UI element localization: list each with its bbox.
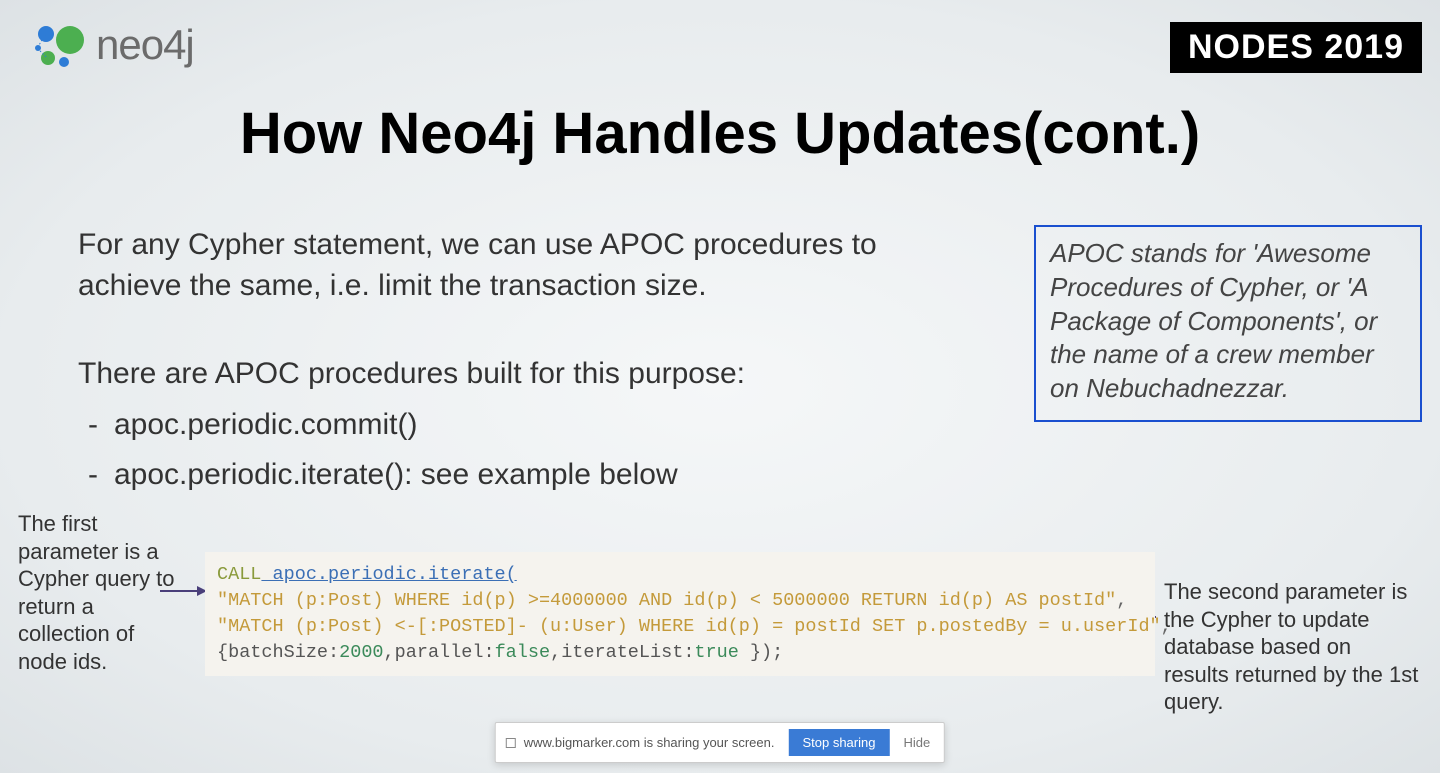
- neo4j-icon: [30, 20, 90, 70]
- hide-link[interactable]: Hide: [903, 735, 930, 750]
- logo-text: neo4j: [96, 21, 194, 69]
- neo4j-logo: neo4j: [30, 20, 194, 70]
- share-indicator-icon: [506, 738, 516, 748]
- code-function: apoc.periodic.iterate(: [261, 564, 516, 585]
- stop-sharing-button[interactable]: Stop sharing: [788, 729, 889, 756]
- code-string-1: "MATCH (p:Post) WHERE id(p) >=4000000 AN…: [217, 590, 1116, 611]
- arrow-left-icon: [160, 590, 206, 592]
- slide-body: For any Cypher statement, we can use APO…: [78, 225, 978, 496]
- paragraph-2: There are APOC procedures built for this…: [78, 354, 978, 395]
- share-text: www.bigmarker.com is sharing your screen…: [524, 735, 775, 750]
- slide-title: How Neo4j Handles Updates(cont.): [240, 100, 1200, 167]
- bullet-1: apoc.periodic.commit(): [78, 405, 978, 446]
- bullet-2: apoc.periodic.iterate(): see example bel…: [78, 455, 978, 496]
- apoc-callout-box: APOC stands for 'Awesome Procedures of C…: [1034, 225, 1422, 422]
- screen-share-bar: www.bigmarker.com is sharing your screen…: [495, 722, 945, 763]
- paragraph-1: For any Cypher statement, we can use APO…: [78, 225, 978, 306]
- share-message: www.bigmarker.com is sharing your screen…: [506, 735, 775, 750]
- annotation-left: The first parameter is a Cypher query to…: [18, 510, 188, 675]
- code-keyword: CALL: [217, 564, 261, 585]
- annotation-right: The second parameter is the Cypher to up…: [1164, 578, 1422, 716]
- event-badge: NODES 2019: [1170, 22, 1422, 73]
- code-example: CALL apoc.periodic.iterate( "MATCH (p:Po…: [205, 552, 1155, 676]
- code-string-2: "MATCH (p:Post) <-[:POSTED]- (u:User) WH…: [217, 616, 1161, 637]
